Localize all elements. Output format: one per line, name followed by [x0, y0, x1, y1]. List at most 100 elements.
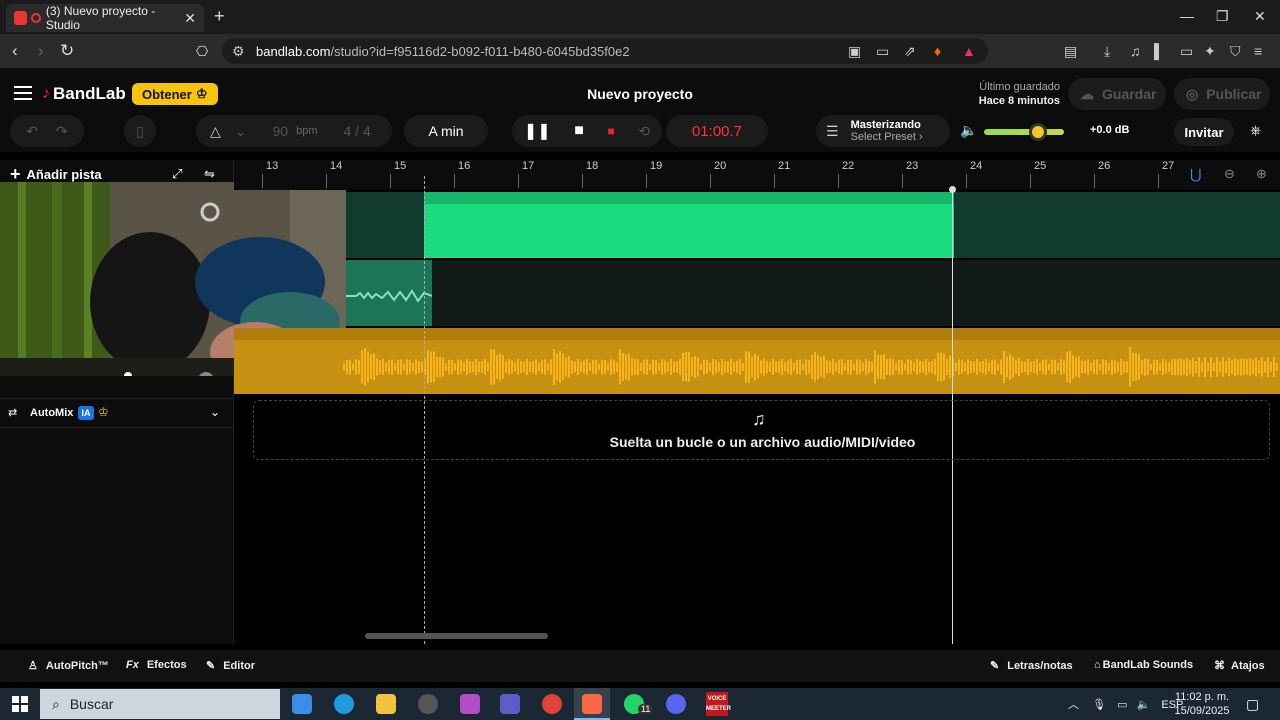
lyrics-button[interactable]: ✎ Letras/notas [990, 659, 1073, 672]
downloads-icon[interactable]: ⤓ [1104, 43, 1110, 60]
chevron-down-icon[interactable]: ⌄ [210, 405, 220, 419]
obs-icon[interactable] [418, 694, 438, 714]
close-window-icon[interactable]: ✕ [1254, 8, 1266, 25]
teams-icon[interactable] [500, 694, 520, 714]
sidebar-icon[interactable]: ▌ [1154, 43, 1164, 59]
stop-icon[interactable]: ■ [574, 122, 584, 140]
brand[interactable]: ♪ BandLab [42, 84, 126, 104]
edge-icon[interactable] [334, 694, 354, 714]
store-icon[interactable] [292, 694, 312, 714]
publish-button[interactable]: ◎ Publicar [1174, 78, 1270, 110]
time-signature[interactable]: 4 / 4 [344, 123, 371, 139]
pause-icon[interactable]: ❚❚ [524, 121, 551, 141]
brave-rewards-icon[interactable]: ▲ [962, 43, 976, 59]
url-field[interactable]: bandlab.com/studio?id=f95116d2-b092-f011… [222, 38, 988, 64]
chevron-down-icon[interactable]: ⌄ [235, 123, 247, 140]
brave-shield-icon[interactable]: ♦ [934, 43, 941, 59]
minimize-icon[interactable]: — [1180, 8, 1194, 24]
save-button[interactable]: ☁ Guardar [1068, 78, 1166, 110]
new-tab-button[interactable]: + [214, 6, 225, 27]
windows-start-icon[interactable] [12, 696, 28, 712]
copilot-icon[interactable] [460, 694, 480, 714]
tab-title: (3) Nuevo proyecto - Studio [45, 4, 156, 32]
volume-slider-thumb[interactable] [1029, 123, 1047, 141]
reload-icon[interactable]: ↻ [60, 41, 74, 61]
invite-button[interactable]: Invitar [1174, 118, 1234, 146]
key-button[interactable]: A min [404, 115, 488, 147]
track-lane-2[interactable] [346, 260, 1280, 326]
timeline-ruler[interactable]: 13 14 15 16 17 18 19 20 21 22 23 24 25 26 27 ⋃ ⊖ ⊕ [234, 160, 1280, 190]
record-icon[interactable]: ■ [608, 124, 615, 138]
loop-icon[interactable]: ⟲ [638, 123, 650, 140]
zoom-out-icon[interactable]: ⊖ [1224, 166, 1235, 182]
effects-button[interactable]: Fx Efectos [126, 659, 187, 671]
reader-mode-icon[interactable]: ▤ [1064, 43, 1077, 60]
playhead-handle[interactable] [949, 186, 956, 193]
editor-button[interactable]: ✎ Editor [206, 659, 255, 672]
mic-icon[interactable]: 🎙 [1092, 699, 1106, 711]
time-display: 01:00.7 [666, 115, 768, 147]
speaker-icon[interactable]: 🔈 [960, 122, 977, 139]
drop-zone[interactable]: ♫ Suelta un bucle o un archivo audio/MID… [253, 400, 1270, 460]
chevron-up-icon[interactable]: ︿ [1068, 699, 1079, 711]
site-info-icon[interactable]: ⚙ [232, 43, 245, 60]
windows-taskbar: ⌕ Buscar 11 VOICE MEETER ︿ 🎙 ▭ 🔈 ESP 11:… [0, 688, 1280, 720]
browser-tab[interactable]: (3) Nuevo proyecto - Studio ✕ [6, 4, 204, 32]
ruler-tick: 24 [970, 160, 983, 172]
zoom-in-icon[interactable]: ⊕ [1256, 166, 1267, 182]
image-blocked-icon[interactable]: ▣ [848, 43, 861, 60]
metronome-icon[interactable]: △ [210, 123, 221, 140]
bpm-value[interactable]: 90 [273, 123, 289, 139]
ruler-tick-line [518, 174, 519, 188]
file-explorer-icon[interactable] [376, 694, 396, 714]
transport-toolbar: ↶ ↷ ▯ △ ⌄ 90 bpm 4 / 4 A min ❚❚ ■ ■ ⟲ 01… [0, 112, 1280, 152]
audio-region-small[interactable] [346, 260, 433, 326]
automix-row[interactable]: ⇄ AutoMix IA ♔ ⌄ [0, 398, 234, 428]
obtener-button[interactable]: Obtener ♔ [132, 83, 218, 105]
bandlab-sounds-button[interactable]: ⌂ BandLab Sounds [1094, 659, 1193, 671]
tempo-group: △ ⌄ 90 bpm 4 / 4 [196, 115, 392, 147]
notifications-icon[interactable]: ▢ [1246, 696, 1259, 713]
tracks-area[interactable] [234, 190, 1280, 396]
cast-icon[interactable]: ▭ [876, 43, 889, 60]
gift-icon[interactable]: ⎈ [1250, 122, 1261, 139]
clock[interactable]: 11:02 p. m. 15/09/2025 [1172, 690, 1232, 718]
back-icon[interactable]: ‹ [12, 41, 18, 61]
undo-icon[interactable]: ↶ [26, 123, 38, 140]
volume-slider[interactable] [984, 129, 1064, 135]
browser-menu-icon[interactable]: ≡ [1254, 43, 1262, 59]
ruler-tick: 13 [266, 160, 279, 172]
autopitch-button[interactable]: ♙ AutoPitch™ [28, 659, 109, 672]
sliders-icon: ☰ [826, 122, 839, 139]
snap-magnet-icon[interactable]: ⋃ [1190, 166, 1201, 183]
media-icon[interactable]: ♫ [1130, 43, 1141, 59]
discord-icon[interactable] [666, 694, 686, 714]
forward-icon[interactable]: › [38, 41, 44, 61]
redo-icon[interactable]: ↷ [56, 123, 68, 140]
mastering-button[interactable]: ☰ Masterizando Select Preset › [816, 115, 950, 147]
sounds-label: BandLab Sounds [1102, 659, 1194, 671]
ruler-tick: 21 [778, 160, 791, 172]
close-tab-icon[interactable]: ✕ [184, 10, 196, 27]
speaker-icon[interactable]: 🔈 [1137, 699, 1151, 711]
restore-icon[interactable]: ❐ [1216, 8, 1229, 25]
track-volume-knob[interactable] [124, 372, 132, 376]
horizontal-scrollbar[interactable] [365, 633, 548, 639]
project-title[interactable]: Nuevo proyecto [540, 86, 740, 102]
network-icon[interactable]: ▭ [1117, 699, 1127, 711]
audio-region-green[interactable] [424, 192, 954, 258]
automation-icon[interactable]: ⤢ [172, 166, 182, 182]
hamburger-menu-icon[interactable] [14, 86, 32, 100]
track-lane-3[interactable] [234, 328, 1280, 394]
taskbar-search[interactable]: ⌕ Buscar [40, 689, 280, 719]
fit-tracks-icon[interactable]: ⇋ [204, 166, 215, 182]
leo-ai-icon[interactable]: ✦ [1204, 43, 1216, 60]
wallet-icon[interactable]: ▭ [1180, 43, 1193, 60]
vpn-icon[interactable]: ⛉ [1230, 43, 1241, 60]
share-icon[interactable]: ⇗ [904, 43, 916, 60]
shortcuts-button[interactable]: ⌘ Atajos [1214, 659, 1265, 672]
bookmark-icon[interactable]: ⎔ [196, 43, 208, 60]
chrome-icon[interactable] [542, 694, 562, 714]
split-button[interactable]: ▯ [124, 115, 156, 147]
voicemeeter-icon[interactable]: VOICE MEETER [706, 692, 731, 716]
